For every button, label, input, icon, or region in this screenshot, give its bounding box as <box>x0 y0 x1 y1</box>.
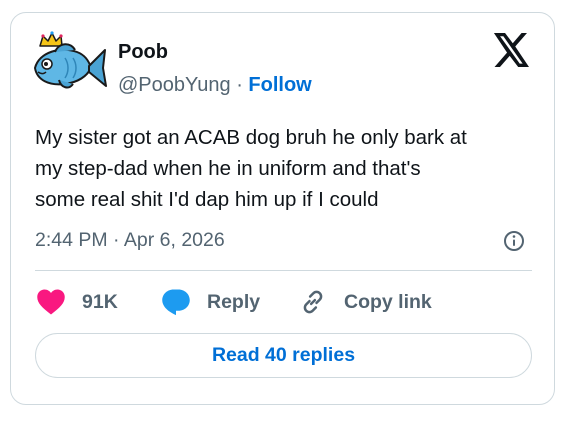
info-icon[interactable] <box>502 229 526 253</box>
like-count: 91K <box>82 290 118 313</box>
copy-link-button[interactable]: Copy link <box>298 287 432 317</box>
crown-icon <box>39 31 63 47</box>
author-handle-line: @PoobYung · Follow <box>118 73 312 97</box>
separator-dot: · <box>236 74 243 96</box>
divider <box>35 270 532 271</box>
author-handle[interactable]: @PoobYung <box>118 74 231 96</box>
tweet-text-line: My sister got an ACAB dog bruh he only b… <box>35 126 467 149</box>
x-logo-icon[interactable] <box>493 33 531 67</box>
tweet-text-line: my step-dad when he in uniform and that'… <box>35 157 421 180</box>
reply-button[interactable]: Reply <box>161 287 260 317</box>
follow-button[interactable]: Follow <box>248 74 311 96</box>
read-replies-label: Read 40 replies <box>211 344 356 366</box>
read-replies-button[interactable]: Read 40 replies <box>35 333 532 378</box>
heart-icon <box>37 289 65 315</box>
speech-bubble-icon <box>162 289 190 316</box>
link-icon <box>303 290 323 314</box>
reply-label: Reply <box>207 290 261 313</box>
avatar[interactable] <box>29 28 107 106</box>
like-button[interactable]: 91K <box>36 287 118 317</box>
tweet-timestamp[interactable]: 2:44 PM · Apr 6, 2026 <box>35 228 225 252</box>
copy-link-label: Copy link <box>344 290 432 313</box>
tweet-text-line: some real shit I'd dap him up if I could <box>35 188 379 211</box>
fish-icon <box>33 43 107 89</box>
tweet-text: My sister got an ACAB dog bruh he only b… <box>35 122 535 215</box>
author-name[interactable]: Poob <box>118 40 168 64</box>
